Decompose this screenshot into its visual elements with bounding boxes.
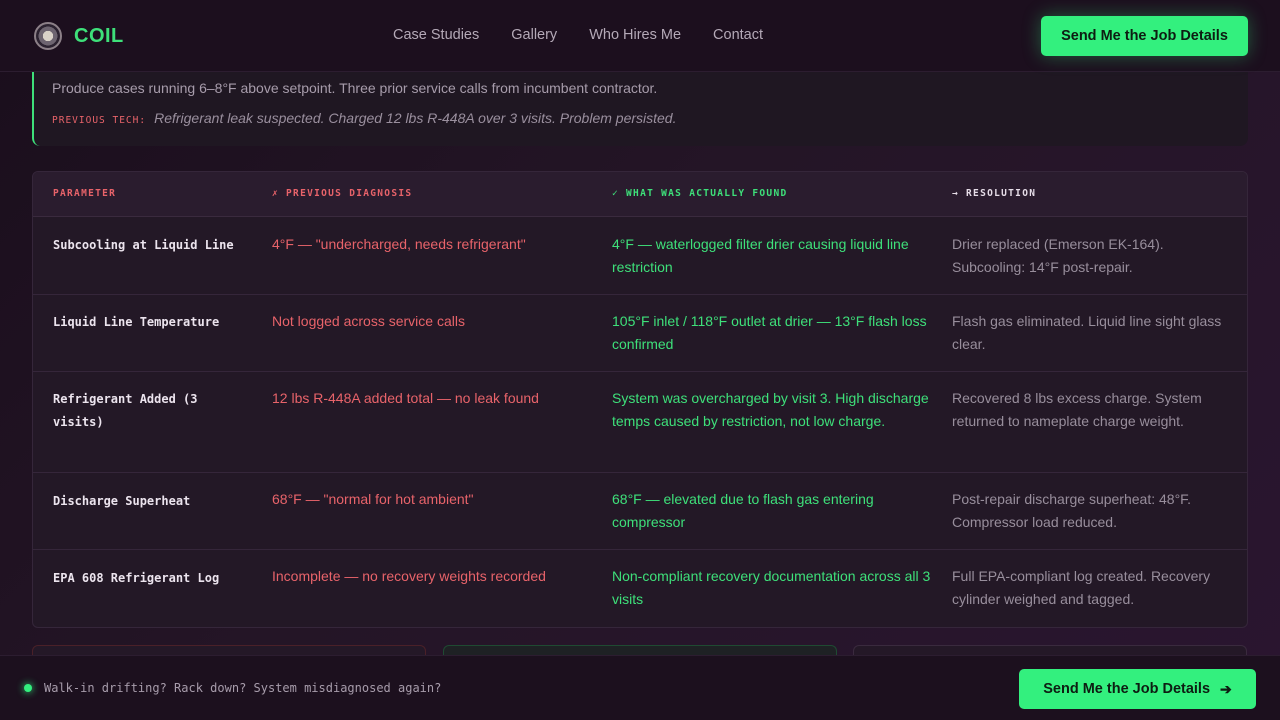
row-actual-finding: Non-compliant recovery documentation acr…: [612, 568, 931, 607]
table-header: PARAMETER ✗ PREVIOUS DIAGNOSIS ✓ WHAT WA…: [33, 172, 1247, 217]
previous-tech-label: PREVIOUS TECH:: [52, 115, 147, 126]
arrow-right-icon: ➔: [1220, 680, 1232, 697]
sticky-cta-label: Send Me the Job Details: [1043, 681, 1211, 697]
table-row: EPA 608 Refrigerant Log Incomplete — no …: [33, 550, 1247, 627]
column-header-previous-diagnosis: ✗ PREVIOUS DIAGNOSIS: [272, 188, 413, 199]
nav-link-gallery[interactable]: Gallery: [511, 27, 557, 43]
column-header-actually-found: ✓ WHAT WAS ACTUALLY FOUND: [612, 188, 788, 199]
sticky-bar-text: Walk-in drifting? Rack down? System misd…: [44, 681, 442, 695]
row-parameter: Subcooling at Liquid Line: [53, 238, 234, 252]
row-resolution: Drier replaced (Emerson EK-164). Subcool…: [952, 236, 1164, 275]
table-row: Liquid Line Temperature Not logged acros…: [33, 295, 1247, 372]
row-parameter: Refrigerant Added (3 visits): [53, 392, 198, 429]
top-nav: COIL Case Studies Gallery Who Hires Me C…: [0, 0, 1280, 72]
row-actual-finding: 68°F — elevated due to flash gas enterin…: [612, 491, 874, 530]
diagnosis-comparison-table: PARAMETER ✗ PREVIOUS DIAGNOSIS ✓ WHAT WA…: [32, 171, 1248, 628]
case-summary-card: Produce cases running 6–8°F above setpoi…: [32, 60, 1248, 146]
nav-link-contact[interactable]: Contact: [713, 27, 763, 43]
sticky-cta-bar: Walk-in drifting? Rack down? System misd…: [0, 655, 1280, 720]
row-resolution: Full EPA-compliant log created. Recovery…: [952, 568, 1211, 607]
column-header-resolution: → RESOLUTION: [952, 188, 1037, 199]
row-previous-diagnosis: 12 lbs R-448A added total — no leak foun…: [272, 390, 539, 406]
row-previous-diagnosis: 68°F — "normal for hot ambient": [272, 491, 474, 507]
nav-link-who-hires-me[interactable]: Who Hires Me: [589, 27, 681, 43]
nav-links: Case Studies Gallery Who Hires Me Contac…: [393, 27, 763, 43]
table-row: Subcooling at Liquid Line 4°F — "underch…: [33, 217, 1247, 295]
table-row: Discharge Superheat 68°F — "normal for h…: [33, 473, 1247, 550]
previous-tech-text: Refrigerant leak suspected. Charged 12 l…: [154, 110, 677, 126]
nav-link-case-studies[interactable]: Case Studies: [393, 27, 479, 43]
row-actual-finding: 4°F — waterlogged filter drier causing l…: [612, 236, 909, 275]
row-actual-finding: 105°F inlet / 118°F outlet at drier — 13…: [612, 313, 927, 352]
row-resolution: Recovered 8 lbs excess charge. System re…: [952, 390, 1202, 429]
table-row: Refrigerant Added (3 visits) 12 lbs R-44…: [33, 372, 1247, 473]
brand-name: COIL: [74, 24, 124, 47]
row-resolution: Flash gas eliminated. Liquid line sight …: [952, 313, 1222, 352]
row-previous-diagnosis: 4°F — "undercharged, needs refrigerant": [272, 236, 526, 252]
coil-gauge-icon: [34, 22, 62, 50]
case-description: Produce cases running 6–8°F above setpoi…: [52, 80, 658, 96]
row-parameter: Discharge Superheat: [53, 494, 191, 508]
column-header-parameter: PARAMETER: [53, 188, 117, 199]
previous-tech-note: PREVIOUS TECH: Refrigerant leak suspecte…: [52, 110, 676, 126]
row-parameter: Liquid Line Temperature: [53, 315, 220, 329]
send-job-details-button[interactable]: Send Me the Job Details: [1041, 16, 1248, 56]
row-resolution: Post-repair discharge superheat: 48°F. C…: [952, 491, 1192, 530]
sticky-send-job-details-button[interactable]: Send Me the Job Details ➔: [1019, 669, 1256, 709]
row-parameter: EPA 608 Refrigerant Log: [53, 571, 220, 585]
status-dot-icon: [24, 684, 32, 692]
row-actual-finding: System was overcharged by visit 3. High …: [612, 390, 929, 429]
row-previous-diagnosis: Not logged across service calls: [272, 313, 465, 329]
brand-logo[interactable]: COIL: [34, 22, 124, 50]
row-previous-diagnosis: Incomplete — no recovery weights recorde…: [272, 568, 546, 584]
